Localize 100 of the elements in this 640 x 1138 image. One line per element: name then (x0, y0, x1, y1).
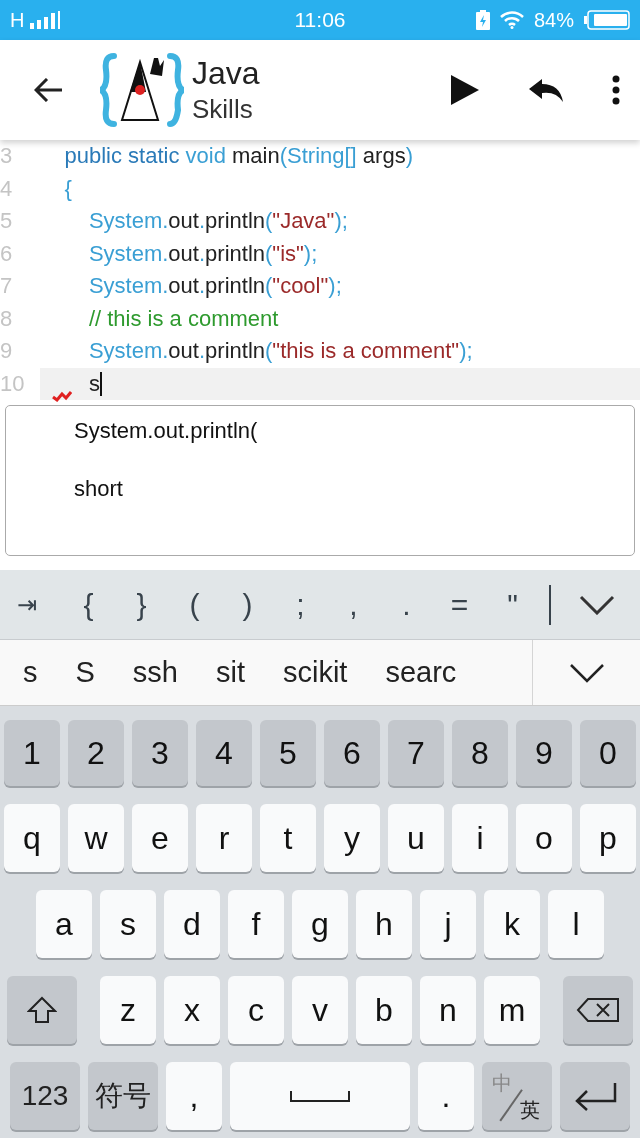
enter-icon (573, 1081, 617, 1111)
autocomplete-item[interactable]: System.out.println( (74, 418, 634, 444)
charging-icon (475, 10, 490, 30)
letter-key[interactable]: l (548, 890, 604, 958)
number-key[interactable]: 1 (4, 720, 60, 786)
chevron-down-icon (579, 594, 615, 615)
symbol-key[interactable]: ) (221, 587, 274, 622)
letter-key[interactable]: e (132, 804, 188, 872)
suggestion[interactable]: S (75, 656, 95, 689)
undo-button[interactable] (528, 77, 564, 103)
number-key[interactable]: 0 (580, 720, 636, 786)
symbol-key[interactable]: ; (274, 587, 327, 622)
letter-key[interactable]: k (484, 890, 540, 958)
letter-key[interactable]: . (418, 1062, 474, 1130)
numbers-key[interactable]: 123 (10, 1062, 80, 1130)
number-key[interactable]: 4 (196, 720, 252, 786)
battery-icon (584, 10, 630, 30)
language-key[interactable]: 中 英 (482, 1062, 552, 1130)
chevron-down-icon (568, 662, 605, 683)
letter-key[interactable]: w (68, 804, 124, 872)
symbol-key[interactable]: ( (168, 587, 221, 622)
wifi-icon (499, 11, 524, 29)
code-line: // this is a comment (87, 305, 280, 332)
number-key[interactable]: 2 (68, 720, 124, 786)
undo-icon (528, 77, 564, 103)
code-line: System.out.println("is"); (87, 240, 319, 267)
symbol-key[interactable]: = (433, 587, 486, 622)
letter-key[interactable]: c (228, 976, 284, 1044)
code-line: System.out.println("this is a comment"); (87, 338, 474, 365)
code-line: System.out.println("cool"); (87, 273, 343, 300)
letter-key[interactable]: r (196, 804, 252, 872)
letter-key[interactable]: t (260, 804, 316, 872)
back-button[interactable] (34, 78, 64, 102)
letter-key[interactable]: z (100, 976, 156, 1044)
letter-key[interactable]: y (324, 804, 380, 872)
letter-key[interactable]: a (36, 890, 92, 958)
code-line: public static void main(String[] args) (63, 143, 414, 170)
letter-key[interactable]: m (484, 976, 540, 1044)
shift-icon (27, 996, 57, 1024)
symbol-key[interactable]: } (115, 587, 168, 622)
letter-key[interactable]: j (420, 890, 476, 958)
letter-key[interactable]: u (388, 804, 444, 872)
letter-key[interactable]: f (228, 890, 284, 958)
hide-bar-button[interactable] (579, 594, 615, 615)
symbol-key[interactable]: " (486, 587, 539, 622)
suggestion[interactable]: searc (385, 656, 457, 689)
number-key[interactable]: 3 (132, 720, 188, 786)
number-key[interactable]: 5 (260, 720, 316, 786)
line-number: 4 (0, 175, 14, 202)
letter-key[interactable]: q (4, 804, 60, 872)
line-number: 3 (0, 143, 14, 170)
letter-key[interactable]: x (164, 976, 220, 1044)
app-title: Java (192, 54, 261, 92)
letter-key[interactable]: o (516, 804, 572, 872)
battery-percent: 84% (533, 8, 574, 32)
backspace-key[interactable] (563, 976, 633, 1044)
letter-key[interactable]: d (164, 890, 220, 958)
number-key[interactable]: 7 (388, 720, 444, 786)
line-number: 6 (0, 240, 14, 267)
letter-key[interactable]: , (166, 1062, 222, 1130)
letter-key[interactable]: b (356, 976, 412, 1044)
status-time: 11:06 (294, 8, 346, 32)
number-key[interactable]: 6 (324, 720, 380, 786)
letter-key[interactable]: g (292, 890, 348, 958)
symbols-key[interactable]: 符号 (88, 1062, 158, 1130)
app-subtitle: Skills (192, 93, 254, 126)
number-key[interactable]: 9 (516, 720, 572, 786)
play-icon (450, 74, 480, 106)
letter-key[interactable]: i (452, 804, 508, 872)
suggestion[interactable]: scikit (283, 656, 348, 689)
letter-key[interactable]: h (356, 890, 412, 958)
number-key[interactable]: 8 (452, 720, 508, 786)
more-icon (612, 75, 620, 105)
symbol-key[interactable]: . (380, 587, 433, 622)
space-bar-icon (290, 1090, 350, 1102)
suggestion[interactable]: ssh (132, 656, 178, 689)
letter-key[interactable]: n (420, 976, 476, 1044)
network-type: H (10, 8, 25, 32)
run-button[interactable] (450, 74, 480, 106)
line-number: 8 (0, 305, 14, 332)
suggestion[interactable]: sit (216, 656, 245, 689)
signal-icon (30, 11, 61, 29)
letter-key[interactable]: p (580, 804, 636, 872)
autocomplete-item[interactable]: short (74, 476, 634, 502)
enter-key[interactable] (560, 1062, 630, 1130)
suggestion[interactable]: s (23, 656, 38, 689)
symbol-key[interactable]: , (327, 587, 380, 622)
letter-key[interactable]: v (292, 976, 348, 1044)
back-arrow-icon (34, 78, 64, 102)
logo-icon (100, 52, 184, 128)
symbol-key[interactable]: ⇥ (12, 590, 42, 619)
code-line: { (63, 175, 73, 202)
letter-key[interactable]: s (100, 890, 156, 958)
symbol-key[interactable]: { (62, 587, 115, 622)
error-squiggle-icon (52, 389, 72, 402)
line-number: 10 (0, 370, 26, 397)
backspace-icon (576, 997, 620, 1023)
code-line: System.out.println("Java"); (87, 208, 349, 235)
more-button[interactable] (612, 75, 620, 105)
shift-key[interactable] (7, 976, 77, 1044)
